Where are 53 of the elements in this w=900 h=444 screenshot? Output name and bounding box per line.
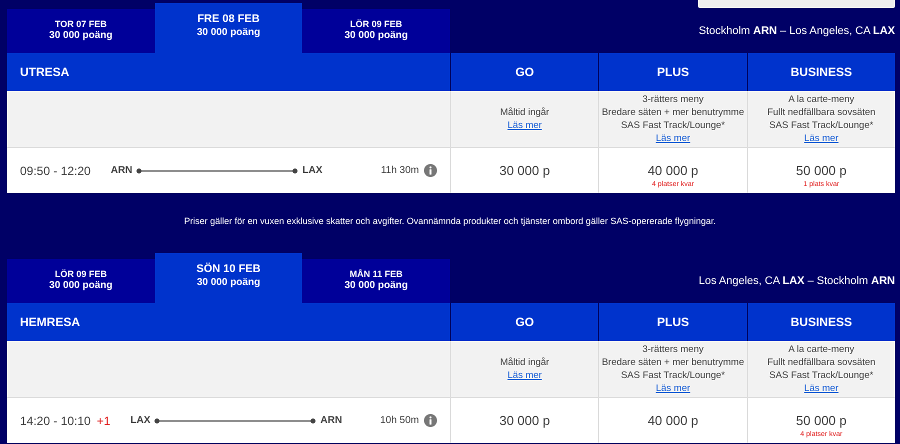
journey-title: HEMRESA [20,314,80,331]
duration-text: 10h 50m [380,414,419,428]
read-more-link[interactable]: Läs mer [804,132,838,145]
feature-text: Fullt nedfällbara sovsäten [767,356,876,369]
price-cell[interactable]: 40 000 p [598,398,747,443]
day-offset: +1 [96,412,110,430]
price-cell[interactable]: 30 000 p [450,398,598,443]
feature-text: Bredare säten + mer benutrymme [602,356,744,369]
feature-text: SAS Fast Track/Lounge* [769,369,874,382]
feature-text: A la carte-meny [788,343,854,356]
date-tab[interactable]: LÖR 09 FEB 30 000 poäng [7,259,155,303]
class-heading: GO [515,314,534,331]
feature-text: SAS Fast Track/Lounge* [769,119,874,132]
route-line-icon [154,418,316,424]
feature-text: SAS Fast Track/Lounge* [620,369,725,382]
class-heading: GO [515,64,534,81]
destination-code: LAX [302,164,322,178]
feature-text: 3-rätters meny [642,343,704,356]
class-heading: BUSINESS [790,64,852,81]
read-more-link[interactable]: Läs mer [656,132,690,145]
read-more-link[interactable]: Läs mer [656,382,690,395]
feature-text: Fullt nedfällbara sovsäten [767,106,876,119]
origin-code: LAX [130,414,150,428]
feature-text: Måltid ingår [500,356,550,369]
route-line-icon [136,168,298,174]
class-heading: PLUS [656,314,689,331]
feature-text: SAS Fast Track/Lounge* [620,119,725,132]
info-icon[interactable] [424,164,437,177]
origin-code: ARN [110,164,132,178]
date-tab[interactable]: FRE 08 FEB 30 000 poäng [154,3,302,53]
journey-title: UTRESA [20,64,70,81]
feature-text: A la carte-meny [788,93,854,106]
info-icon[interactable] [424,414,437,427]
read-more-link[interactable]: Läs mer [508,369,542,382]
feature-text: Bredare säten + mer benutrymme [602,106,744,119]
route-text: Los Angeles, CA LAX – Stockholm ARN [698,274,895,289]
feature-text: Måltid ingår [500,106,550,119]
date-tab[interactable]: SÖN 10 FEB 30 000 poäng [154,253,302,303]
price-footnote: Priser gäller för en vuxen exklusive skatter och avgifter. Ovannämnda produkter och tjänster ombord gäller SAS-opererade flygningar. [184,215,716,228]
class-heading: PLUS [656,64,689,81]
flight-times: 09:50 - 12:20 [20,162,91,180]
feature-text: 3-rätters meny [642,93,704,106]
destination-code: ARN [320,414,342,428]
class-heading: BUSINESS [790,314,852,331]
date-tab[interactable]: LÖR 09 FEB 30 000 poäng [302,9,450,53]
date-tab[interactable]: TOR 07 FEB 30 000 poäng [7,9,155,53]
read-more-link[interactable]: Läs mer [804,382,838,395]
duration-text: 11h 30m [380,164,419,178]
route-text: Stockholm ARN – Los Angeles, CA LAX [698,24,895,39]
flight-times: 14:20 - 10:10 [20,412,91,430]
price-cell[interactable]: 30 000 p [450,148,598,193]
date-tab[interactable]: MÅN 11 FEB 30 000 poäng [302,259,450,303]
read-more-link[interactable]: Läs mer [508,119,542,132]
